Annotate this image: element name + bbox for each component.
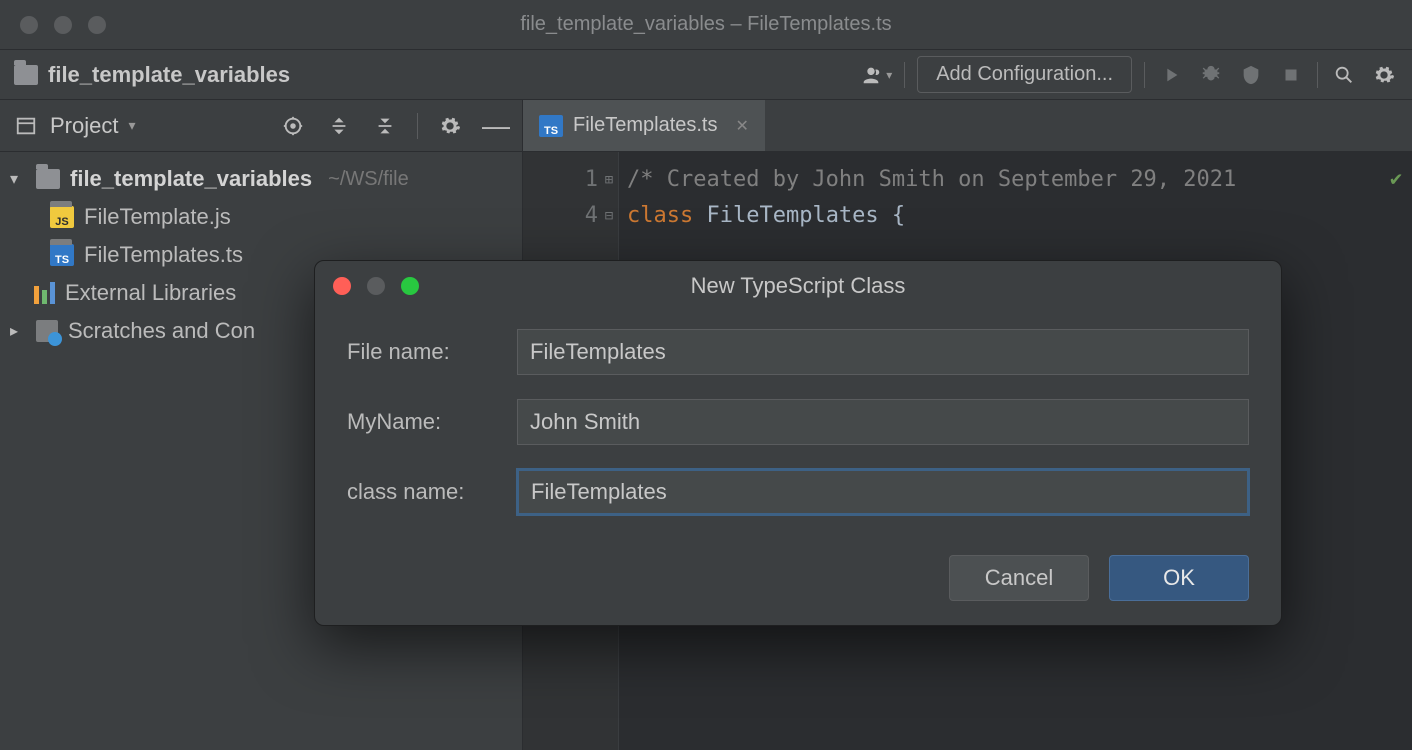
dialog-title: New TypeScript Class [691, 273, 906, 299]
dialog-close-icon[interactable] [333, 277, 351, 295]
cancel-button[interactable]: Cancel [949, 555, 1089, 601]
new-typescript-class-dialog: New TypeScript Class File name: MyName: … [314, 260, 1282, 626]
dialog-titlebar: New TypeScript Class [315, 261, 1281, 311]
dialog-zoom-icon[interactable] [401, 277, 419, 295]
my-name-label: MyName: [347, 409, 517, 435]
my-name-input[interactable] [517, 399, 1249, 445]
class-name-label: class name: [347, 479, 517, 505]
dialog-minimize-icon[interactable] [367, 277, 385, 295]
dialog-backdrop: New TypeScript Class File name: MyName: … [0, 0, 1412, 750]
file-name-input[interactable] [517, 329, 1249, 375]
dialog-traffic-lights [333, 277, 419, 295]
class-name-input[interactable] [517, 469, 1249, 515]
ok-button[interactable]: OK [1109, 555, 1249, 601]
file-name-label: File name: [347, 339, 517, 365]
